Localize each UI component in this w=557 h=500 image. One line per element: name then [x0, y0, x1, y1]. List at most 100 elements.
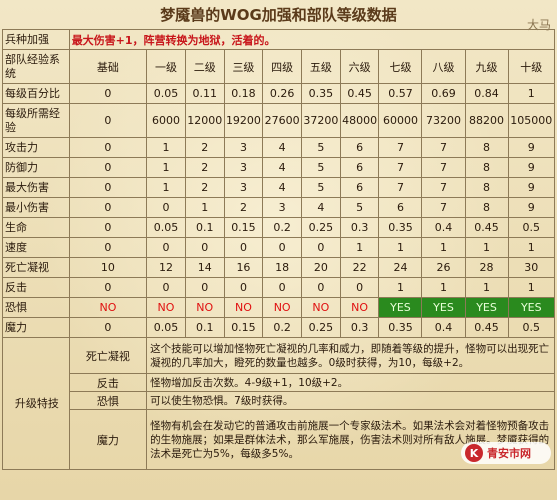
header-cell: 九级 — [464, 49, 509, 84]
stat-cell: 8 — [464, 137, 509, 158]
stat-cell: 0.45 — [339, 83, 380, 104]
stat-cell: 7 — [421, 197, 466, 218]
stat-cell: 0.35 — [301, 83, 341, 104]
header-cell: 三级 — [223, 49, 264, 84]
stat-row: 恐惧 NO NO NO NO NO NO NO YES YES YES YES — [2, 297, 556, 318]
stat-cell: 0.05 — [146, 217, 186, 238]
stat-cell: 105000 — [507, 103, 556, 138]
stat-cell: 0 — [68, 137, 148, 158]
stat-cell: 0 — [184, 277, 225, 298]
stat-cell: 1 — [146, 177, 186, 198]
stat-cell: 5 — [301, 157, 341, 178]
stat-cell: 0.2 — [262, 317, 303, 338]
stat-cell: 6 — [339, 177, 380, 198]
stat-cell: 1 — [146, 137, 186, 158]
stat-row: 攻击力 0 1 2 3 4 5 6 7 7 8 9 — [2, 137, 556, 158]
stat-cell: NO — [339, 297, 380, 318]
stat-cell: 1 — [378, 237, 423, 258]
stat-cell: 0.3 — [339, 217, 380, 238]
stat-cell: NO — [301, 297, 341, 318]
stat-cell: 0.18 — [223, 83, 264, 104]
stat-cell: 0.1 — [184, 217, 225, 238]
stat-cell: 14 — [184, 257, 225, 278]
stat-cell: 2 — [184, 177, 225, 198]
stat-cell: 37200 — [301, 103, 341, 138]
stat-cell: NO — [68, 297, 148, 318]
skill-desc: 可以使生物恐惧。7级时获得。 — [146, 391, 555, 410]
header-cell: 基础 — [68, 49, 148, 84]
stat-row: 魔力 0 0.05 0.1 0.15 0.2 0.25 0.3 0.35 0.4 0.45 0.5 — [2, 317, 556, 338]
stat-cell: 6000 — [146, 103, 186, 138]
stat-cell: 5 — [301, 177, 341, 198]
stat-cell: 4 — [262, 137, 303, 158]
header-cell: 四级 — [262, 49, 303, 84]
stat-row: 防御力 0 1 2 3 4 5 6 7 7 8 9 — [2, 157, 556, 178]
bonus-row: 兵种加强 最大伤害+1，阵营转换为地狱，活着的。 — [2, 29, 556, 50]
site-logo[interactable]: K 青安市网 — [461, 442, 551, 464]
stat-cell: 0.57 — [378, 83, 423, 104]
stat-cell: 0.05 — [146, 83, 186, 104]
header-cell: 一级 — [146, 49, 186, 84]
stat-cell: 30 — [507, 257, 556, 278]
stat-cell: 0.5 — [507, 217, 556, 238]
stat-cell: 27600 — [262, 103, 303, 138]
stat-cell: 0 — [68, 177, 148, 198]
stat-cell: 3 — [262, 197, 303, 218]
stat-cell: 5 — [301, 137, 341, 158]
stat-rows: 每级百分比 0 0.05 0.11 0.18 0.26 0.35 0.45 0.57 0.69 0.… — [2, 83, 556, 338]
stat-cell: 0 — [68, 277, 148, 298]
stat-label: 每级所需经验 — [2, 103, 70, 138]
skill-row: 反击 怪物增加反击次数。4-9级+1，10级+2。 — [3, 373, 555, 392]
stat-cell: YES — [464, 297, 509, 318]
stat-cell: 20 — [301, 257, 341, 278]
stat-cell: 18 — [262, 257, 303, 278]
stat-cell: 22 — [339, 257, 380, 278]
stat-cell: 8 — [464, 157, 509, 178]
skill-desc: 怪物增加反击次数。4-9级+1，10级+2。 — [146, 373, 555, 392]
stat-cell: 0 — [68, 157, 148, 178]
stat-cell: 0.5 — [507, 317, 556, 338]
stat-cell: 6 — [378, 197, 423, 218]
stat-cell: 4 — [301, 197, 341, 218]
stat-cell: 10 — [68, 257, 148, 278]
stat-row: 最小伤害 0 0 1 2 3 4 5 6 7 8 9 — [2, 197, 556, 218]
stat-cell: 0 — [339, 277, 380, 298]
bonus-text: 最大伤害+1，阵营转换为地狱，活着的。 — [68, 29, 556, 50]
stat-cell: 8 — [464, 197, 509, 218]
header-cell: 十级 — [507, 49, 556, 84]
stat-cell: 0 — [68, 237, 148, 258]
stat-cell: 3 — [223, 137, 264, 158]
stat-cell: 0.25 — [301, 217, 341, 238]
stat-cell: 7 — [378, 177, 423, 198]
stat-cell: YES — [421, 297, 466, 318]
stat-cell: 9 — [507, 137, 556, 158]
stat-row: 生命 0 0.05 0.1 0.15 0.2 0.25 0.3 0.35 0.4 0.45 0.5 — [2, 217, 556, 238]
stat-cell: 4 — [262, 157, 303, 178]
stat-cell: 1 — [507, 277, 556, 298]
stat-cell: 19200 — [223, 103, 264, 138]
header-cell: 八级 — [421, 49, 466, 84]
logo-text: 青安市网 — [487, 447, 531, 460]
stat-cell: 0 — [68, 317, 148, 338]
skill-row: 恐惧 可以使生物恐惧。7级时获得。 — [3, 391, 555, 410]
stat-label: 反击 — [2, 277, 70, 298]
stat-cell: 1 — [421, 277, 466, 298]
stat-row: 反击 0 0 0 0 0 0 0 1 1 1 1 — [2, 277, 556, 298]
stat-cell: 4 — [262, 177, 303, 198]
stat-cell: 0.3 — [339, 317, 380, 338]
stat-cell: 9 — [507, 177, 556, 198]
stat-label: 速度 — [2, 237, 70, 258]
stat-cell: 0.26 — [262, 83, 303, 104]
stat-label: 生命 — [2, 217, 70, 238]
stat-label: 魔力 — [2, 317, 70, 338]
stat-cell: 6 — [339, 157, 380, 178]
stat-label: 防御力 — [2, 157, 70, 178]
stat-label: 死亡凝视 — [2, 257, 70, 278]
stat-cell: 0 — [68, 83, 148, 104]
header-cell: 七级 — [378, 49, 423, 84]
stat-cell: 26 — [421, 257, 466, 278]
stat-row: 最大伤害 0 1 2 3 4 5 6 7 7 8 9 — [2, 177, 556, 198]
header-label: 部队经验系统 — [2, 49, 70, 84]
stat-cell: 0 — [146, 277, 186, 298]
stat-cell: 2 — [184, 157, 225, 178]
